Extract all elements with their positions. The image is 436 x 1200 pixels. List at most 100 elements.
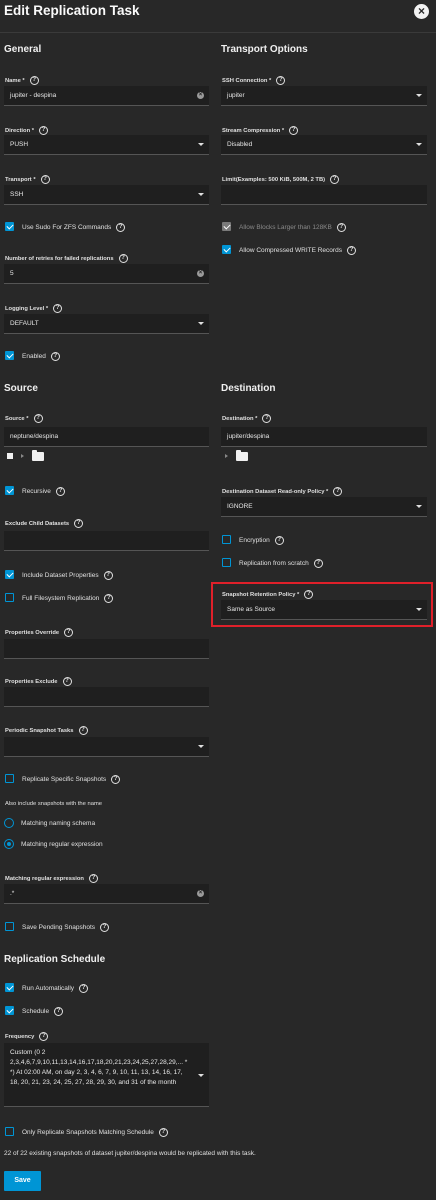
periodic-select[interactable] [4, 737, 209, 757]
exclude-child-input[interactable] [4, 531, 209, 551]
help-icon[interactable]: ? [103, 571, 113, 580]
clear-icon[interactable]: × [197, 92, 204, 99]
logging-select[interactable]: DEFAULT [4, 314, 209, 334]
help-icon[interactable]: ? [158, 1128, 168, 1137]
ssh-connection-select[interactable]: jupiter [221, 86, 427, 106]
chevron-down-icon [198, 322, 204, 325]
encryption-checkbox[interactable] [222, 535, 231, 544]
compression-select[interactable]: Disabled [221, 135, 427, 155]
save-button[interactable]: Save [4, 1171, 41, 1191]
destination-tree[interactable] [224, 450, 264, 463]
schedule-section-title: Replication Schedule [4, 954, 106, 965]
transport-section-title: Transport Options [221, 44, 308, 55]
enabled-checkbox[interactable] [5, 351, 14, 360]
name-label: Name *? [5, 76, 39, 85]
source-tree[interactable] [7, 450, 67, 463]
help-icon[interactable]: ? [40, 175, 50, 184]
destination-label: Destination *? [222, 414, 272, 423]
transport-label: Transport *? [5, 175, 50, 184]
help-icon[interactable]: ? [39, 126, 48, 135]
help-icon[interactable]: ? [289, 126, 299, 135]
chevron-down-icon [416, 143, 422, 146]
chevron-down-icon [416, 505, 422, 508]
help-icon[interactable]: ? [104, 594, 114, 603]
help-icon[interactable]: ? [50, 352, 60, 361]
recursive-checkbox[interactable] [5, 486, 14, 495]
help-icon[interactable]: ? [262, 414, 272, 423]
readonly-policy-select[interactable]: IGNORE [221, 497, 427, 517]
dialog-header: Edit Replication Task × [0, 0, 436, 33]
destination-input[interactable]: jupiter/despina [221, 427, 427, 447]
full-fs-checkbox[interactable] [5, 593, 14, 602]
help-icon[interactable]: ? [274, 536, 284, 545]
help-icon[interactable]: ? [336, 223, 346, 232]
props-override-input[interactable] [4, 639, 209, 659]
help-icon[interactable]: ? [39, 1032, 49, 1041]
page-title: Edit Replication Task [4, 3, 140, 18]
help-icon[interactable]: ? [118, 254, 128, 263]
close-icon[interactable]: × [414, 4, 429, 19]
frequency-select[interactable]: Custom (0 2 2,3,4,6,7,9,10,11,13,14,16,1… [4, 1043, 209, 1107]
help-icon[interactable]: ? [276, 76, 286, 85]
help-icon[interactable]: ? [111, 775, 121, 784]
schedule-checkbox[interactable] [5, 1006, 14, 1015]
chevron-down-icon [198, 193, 204, 196]
help-icon[interactable]: ? [116, 223, 126, 232]
logging-label: Logging Level *? [5, 304, 63, 313]
general-section-title: General [4, 44, 42, 55]
naming-schema-radio[interactable] [4, 818, 14, 828]
folder-icon [32, 450, 44, 461]
specific-snapshots-checkbox[interactable] [5, 774, 14, 783]
source-input[interactable]: neptune/despina [4, 427, 209, 447]
limit-label: Limit(Examples: 500 KiB, 500M, 2 TB)? [222, 175, 340, 184]
name-input[interactable]: jupiter - despina × [4, 86, 209, 106]
help-icon[interactable]: ? [100, 923, 109, 932]
only-matching-checkbox[interactable] [5, 1127, 14, 1136]
exclude-child-label: Exclude Child Datasets? [5, 519, 84, 528]
save-pending-checkbox[interactable] [5, 922, 14, 931]
help-icon[interactable]: ? [330, 175, 340, 184]
help-icon[interactable]: ? [33, 414, 43, 423]
props-exclude-input[interactable] [4, 687, 209, 707]
direction-label: Direction *? [5, 126, 48, 135]
help-icon[interactable]: ? [64, 628, 74, 637]
compressed-checkbox[interactable] [222, 245, 231, 254]
transport-select[interactable]: SSH [4, 185, 209, 205]
help-icon[interactable]: ? [78, 726, 88, 735]
help-icon[interactable]: ? [29, 76, 39, 85]
chevron-down-icon [416, 94, 422, 97]
retries-input[interactable]: 5 × [4, 264, 209, 284]
snapshot-count-info: 22 of 22 existing snapshots of dataset j… [4, 1150, 256, 1157]
help-icon[interactable]: ? [53, 304, 63, 313]
compression-label: Stream Compression *? [222, 126, 299, 135]
clear-icon[interactable]: × [197, 270, 204, 277]
sudo-checkbox[interactable] [5, 222, 14, 231]
help-icon[interactable]: ? [88, 874, 98, 883]
include-props-checkbox[interactable] [5, 570, 14, 579]
help-icon[interactable]: ? [79, 984, 89, 993]
clear-icon[interactable]: × [197, 890, 204, 897]
help-icon[interactable]: ? [346, 246, 356, 255]
folder-icon [236, 450, 248, 461]
help-icon[interactable]: ? [74, 519, 84, 528]
tree-checkbox[interactable] [7, 453, 13, 459]
limit-input[interactable] [221, 185, 427, 205]
expand-arrow-icon[interactable] [225, 454, 228, 458]
props-override-label: Properties Override? [5, 628, 74, 637]
large-blocks-checkbox [222, 222, 231, 231]
from-scratch-checkbox[interactable] [222, 558, 231, 567]
help-icon[interactable]: ? [55, 487, 65, 496]
chevron-down-icon [198, 143, 204, 146]
run-auto-checkbox[interactable] [5, 983, 14, 992]
regex-radio[interactable] [4, 839, 14, 849]
direction-select[interactable]: PUSH [4, 135, 209, 155]
expand-arrow-icon[interactable] [21, 454, 24, 458]
source-section-title: Source [4, 383, 38, 394]
regex-input[interactable]: .* × [4, 884, 209, 904]
source-label: Source *? [5, 414, 43, 423]
help-icon[interactable]: ? [333, 487, 343, 496]
also-include-label: Also include snapshots with the name [5, 801, 102, 807]
help-icon[interactable]: ? [313, 559, 323, 568]
help-icon[interactable]: ? [54, 1007, 64, 1016]
help-icon[interactable]: ? [62, 677, 72, 686]
